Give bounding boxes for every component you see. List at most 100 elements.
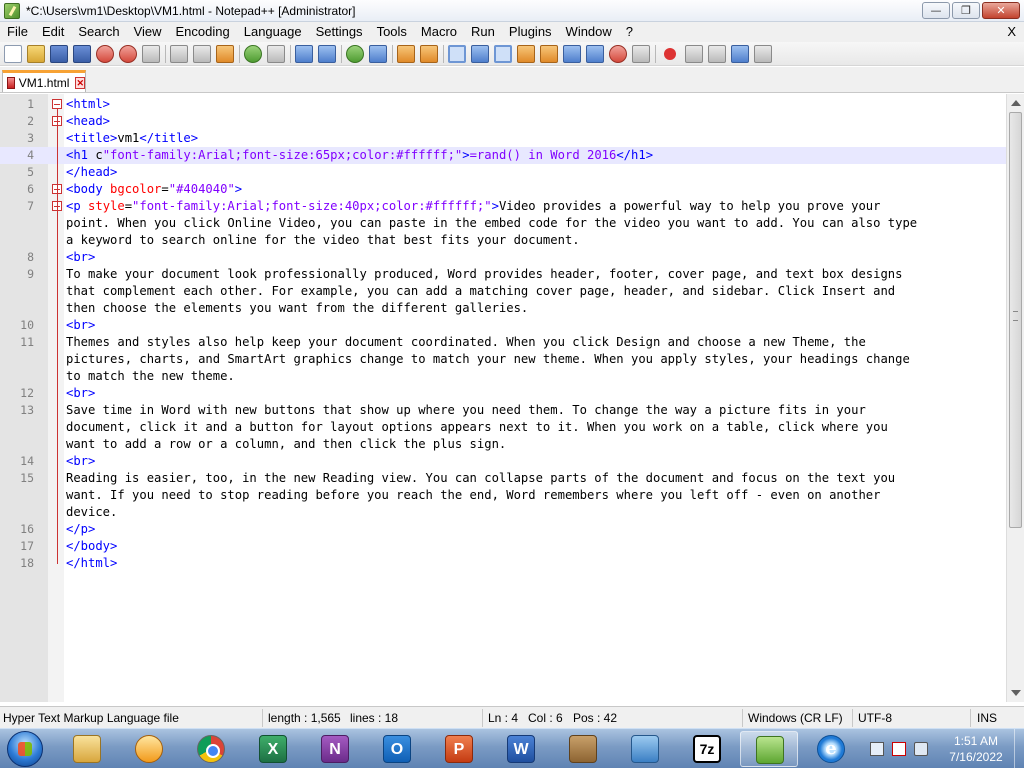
code-line[interactable]: 5 </head> — [0, 164, 1006, 181]
network-icon[interactable] — [870, 742, 884, 756]
save-macro-icon[interactable] — [754, 44, 772, 63]
cut-icon[interactable] — [170, 44, 188, 63]
taskbar-clock[interactable]: 1:51 AM 7/16/2022 — [940, 733, 1012, 765]
menu-plugins[interactable]: Plugins — [502, 22, 559, 42]
vertical-scrollbar[interactable] — [1006, 94, 1024, 702]
find-icon[interactable] — [295, 44, 313, 63]
code-line[interactable]: pictures, charts, and SmartArt graphics … — [0, 351, 1006, 368]
action-center-icon[interactable] — [892, 742, 906, 756]
menu-edit[interactable]: Edit — [35, 22, 71, 42]
taskbar-archive-tool[interactable] — [554, 731, 612, 767]
code-line[interactable]: 2 <head> — [0, 113, 1006, 130]
code-line[interactable]: document, click it and a button for layo… — [0, 419, 1006, 436]
fold-toggle-icon[interactable] — [52, 99, 62, 109]
taskbar-word[interactable]: W — [492, 731, 550, 767]
code-line[interactable]: 9 To make your document look professional… — [0, 266, 1006, 283]
code-line[interactable]: 1 <html> — [0, 96, 1006, 113]
preview-icon[interactable] — [632, 44, 650, 63]
minimize-button[interactable]: — — [922, 2, 950, 19]
maximize-button[interactable]: ❐ — [952, 2, 980, 19]
taskbar-7zip[interactable]: 7z — [678, 731, 736, 767]
code-editor[interactable]: 1 <html> 2 <head> 3 <title>vm1</title> 4 <h1 c"… — [0, 94, 1006, 702]
code-line[interactable]: 18 </html> — [0, 555, 1006, 572]
code-line[interactable]: want. If you need to stop reading before… — [0, 487, 1006, 504]
sync-horizontal-icon[interactable] — [420, 44, 438, 63]
code-line[interactable]: 8 <br> — [0, 249, 1006, 266]
replace-icon[interactable] — [318, 44, 336, 63]
menu-macro[interactable]: Macro — [414, 22, 464, 42]
code-line[interactable]: that complement each other. For example,… — [0, 283, 1006, 300]
close-all-icon[interactable] — [119, 44, 137, 63]
code-line[interactable]: 7 <p style="font-family:Arial;font-size:4… — [0, 198, 1006, 215]
code-line[interactable]: a keyword to search online for the video… — [0, 232, 1006, 249]
code-line[interactable]: then choose the elements you want from t… — [0, 300, 1006, 317]
code-line[interactable]: 4 <h1 c"font-family:Arial;font-size:65px;… — [0, 147, 1006, 164]
scrollbar-thumb[interactable] — [1009, 112, 1022, 528]
notepad-plus-plus-icon[interactable] — [4, 2, 20, 19]
taskbar-excel[interactable]: X — [244, 731, 302, 767]
sync-vertical-icon[interactable] — [397, 44, 415, 63]
taskbar-outlook[interactable]: O — [368, 731, 426, 767]
save-icon[interactable] — [50, 44, 68, 63]
paste-icon[interactable] — [216, 44, 234, 63]
scroll-up-icon[interactable] — [1011, 100, 1021, 106]
start-button[interactable] — [2, 730, 50, 768]
code-line[interactable]: want to add a row or a column, and then … — [0, 436, 1006, 453]
menu-run[interactable]: Run — [464, 22, 502, 42]
close-document-button[interactable]: X — [1007, 22, 1016, 42]
print-icon[interactable] — [142, 44, 160, 63]
redo-icon[interactable] — [267, 44, 285, 63]
show-all-characters-icon[interactable] — [471, 44, 489, 63]
taskbar-explorer[interactable] — [58, 731, 116, 767]
record-macro-icon[interactable] — [664, 47, 676, 60]
word-wrap-icon[interactable] — [448, 44, 466, 63]
menu-encoding[interactable]: Encoding — [169, 22, 237, 42]
taskbar-internet-explorer[interactable]: e — [802, 731, 860, 767]
menu-language[interactable]: Language — [237, 22, 309, 42]
document-map-icon[interactable] — [540, 44, 558, 63]
stop-macro-icon[interactable] — [685, 44, 703, 63]
taskbar-remote-monitor[interactable] — [616, 731, 674, 767]
code-line[interactable]: 12 <br> — [0, 385, 1006, 402]
indent-guide-icon[interactable] — [494, 44, 512, 63]
taskbar-onenote[interactable]: N — [306, 731, 364, 767]
code-line[interactable]: 16 </p> — [0, 521, 1006, 538]
code-line[interactable]: 17 </body> — [0, 538, 1006, 555]
menu-settings[interactable]: Settings — [309, 22, 370, 42]
save-all-icon[interactable] — [73, 44, 91, 63]
monitoring-icon[interactable] — [609, 44, 627, 63]
menu-view[interactable]: View — [127, 22, 169, 42]
code-line[interactable]: 13 Save time in Word with new buttons tha… — [0, 402, 1006, 419]
menu-window[interactable]: Window — [559, 22, 619, 42]
taskbar-chrome[interactable] — [182, 731, 240, 767]
code-line[interactable]: point. When you click Online Video, you … — [0, 215, 1006, 232]
taskbar-notepad-plus-plus[interactable] — [740, 731, 798, 767]
zoom-out-icon[interactable] — [369, 44, 387, 63]
copy-icon[interactable] — [193, 44, 211, 63]
taskbar-powerpoint[interactable]: P — [430, 731, 488, 767]
volume-icon[interactable] — [914, 742, 928, 756]
code-line[interactable]: 14 <br> — [0, 453, 1006, 470]
function-list-icon[interactable] — [563, 44, 581, 63]
code-line[interactable]: 11 Themes and styles also help keep your … — [0, 334, 1006, 351]
close-file-icon[interactable] — [96, 44, 114, 63]
menu-file[interactable]: File — [0, 22, 35, 42]
show-desktop-button[interactable] — [1014, 729, 1024, 768]
scroll-down-icon[interactable] — [1011, 690, 1021, 696]
undo-icon[interactable] — [244, 44, 262, 63]
new-file-icon[interactable] — [4, 44, 22, 63]
open-file-icon[interactable] — [27, 44, 45, 63]
code-line[interactable]: 6 <body bgcolor="#404040"> — [0, 181, 1006, 198]
code-line[interactable]: 10 <br> — [0, 317, 1006, 334]
menu-search[interactable]: Search — [71, 22, 126, 42]
code-line[interactable]: 15 Reading is easier, too, in the new Rea… — [0, 470, 1006, 487]
play-macro-icon[interactable] — [708, 44, 726, 63]
menu-help[interactable]: ? — [619, 22, 640, 42]
zoom-in-icon[interactable] — [346, 44, 364, 63]
code-line[interactable]: device. — [0, 504, 1006, 521]
tab-vm1-html[interactable]: VM1.html ✕ — [2, 70, 86, 92]
close-button[interactable]: ✕ — [982, 2, 1020, 19]
code-line[interactable]: to match the new theme. — [0, 368, 1006, 385]
user-language-icon[interactable] — [517, 44, 535, 63]
run-macro-multiple-icon[interactable] — [731, 44, 749, 63]
